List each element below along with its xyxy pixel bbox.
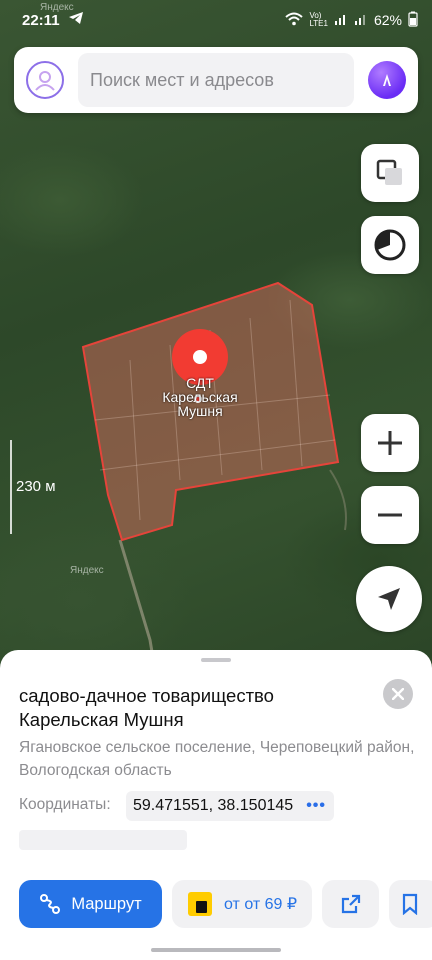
search-input[interactable]: Поиск мест и адресов bbox=[78, 53, 354, 107]
place-address: Ягановское сельское поселение, Череповец… bbox=[19, 739, 415, 779]
map-watermark: Яндекс bbox=[70, 565, 104, 576]
route-button[interactable]: Маршрут bbox=[19, 880, 162, 928]
map-mode-button[interactable] bbox=[361, 216, 419, 274]
my-location-button[interactable] bbox=[356, 566, 422, 632]
minus-icon bbox=[378, 513, 402, 517]
battery-label: 62% bbox=[373, 12, 402, 28]
share-icon bbox=[341, 894, 360, 914]
taxi-button[interactable]: от от 69 ₽ bbox=[172, 880, 312, 928]
profile-avatar[interactable] bbox=[26, 61, 64, 99]
map-layers-button[interactable] bbox=[361, 144, 419, 202]
home-indicator bbox=[151, 948, 281, 952]
place-title: садово-дачное товарищество Карельская Му… bbox=[19, 685, 274, 730]
route-label: Маршрут bbox=[71, 894, 142, 913]
loading-placeholder bbox=[19, 830, 187, 850]
location-arrow-icon bbox=[378, 588, 400, 610]
signal-icon bbox=[354, 12, 368, 29]
wifi-icon bbox=[285, 12, 304, 29]
action-bar: Маршрут от от 69 ₽ bbox=[0, 880, 432, 928]
close-icon bbox=[392, 688, 404, 700]
place-card: садово-дачное товарищество Карельская Му… bbox=[0, 650, 432, 960]
bookmark-button[interactable] bbox=[389, 880, 432, 928]
route-icon bbox=[40, 894, 61, 914]
coordinates-label: Координаты: bbox=[19, 796, 111, 813]
volte-icon: Vo) LTE1 bbox=[309, 11, 328, 28]
battery-icon bbox=[408, 11, 418, 30]
user-icon bbox=[35, 71, 55, 91]
scale-bar bbox=[10, 440, 12, 534]
signal-icon bbox=[334, 12, 348, 29]
telegram-icon bbox=[68, 11, 84, 29]
plus-icon bbox=[378, 431, 402, 455]
taxi-label: от от 69 ₽ bbox=[224, 896, 298, 913]
more-icon[interactable]: ••• bbox=[306, 797, 326, 815]
close-button[interactable] bbox=[383, 679, 413, 709]
layers-icon bbox=[376, 159, 402, 185]
share-button[interactable] bbox=[322, 880, 379, 928]
search-bar: Поиск мест и адресов bbox=[14, 47, 418, 113]
bookmark-icon bbox=[402, 893, 418, 915]
scale-label: 230 м bbox=[16, 478, 56, 495]
zoom-in-button[interactable] bbox=[361, 414, 419, 472]
coordinates-field[interactable]: 59.471551, 38.150145 ••• bbox=[126, 791, 334, 821]
zoom-out-button[interactable] bbox=[361, 486, 419, 544]
sheet-handle[interactable] bbox=[201, 658, 231, 662]
coordinates-value: 59.471551, 38.150145 bbox=[133, 797, 294, 814]
alice-assistant-button[interactable] bbox=[368, 61, 406, 99]
alice-icon bbox=[383, 74, 391, 86]
status-time: 22:11 bbox=[22, 11, 60, 29]
place-map-label: СДТ Карельская Мушня bbox=[162, 375, 238, 419]
status-bar: 22:11 Vo) LTE1 62% bbox=[0, 0, 432, 40]
navigator-mode-icon bbox=[374, 229, 406, 261]
yandex-go-icon bbox=[188, 892, 212, 916]
